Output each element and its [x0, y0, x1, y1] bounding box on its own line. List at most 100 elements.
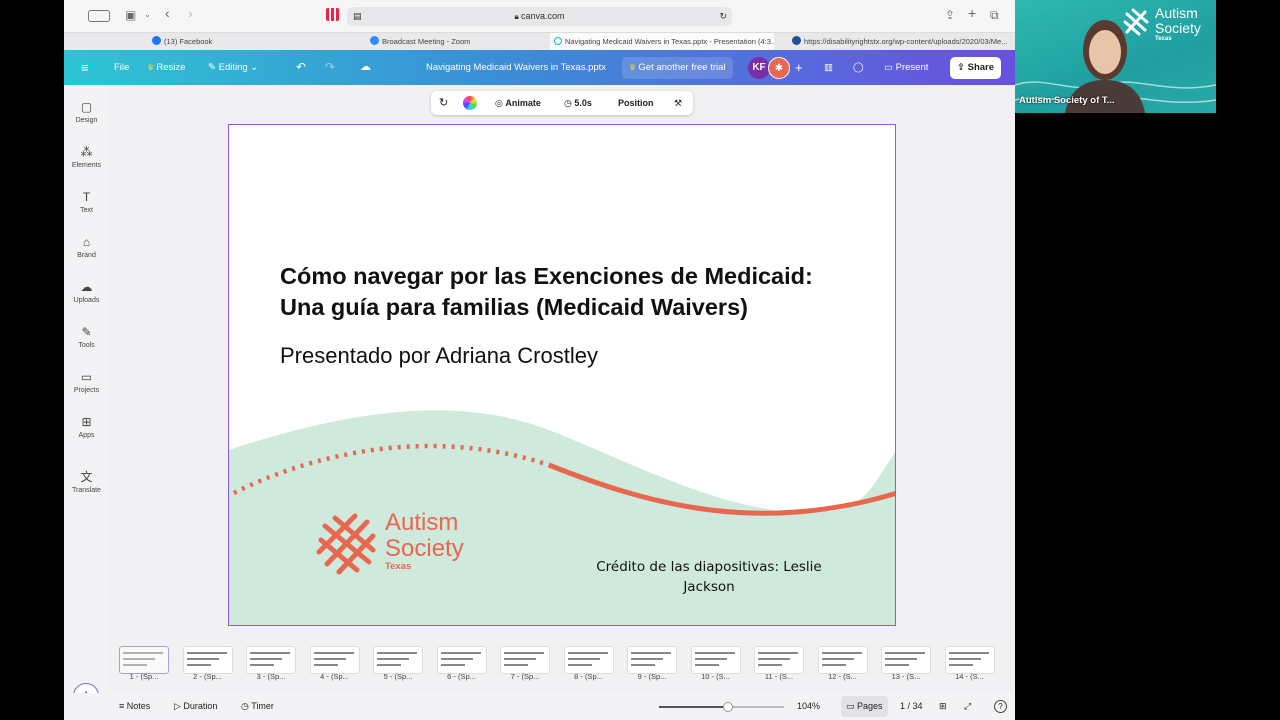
uploads-icon: ☁︎ [80, 280, 93, 294]
slide-title[interactable]: Cómo navegar por las Exenciones de Medic… [280, 261, 890, 323]
sidebar-item-projects[interactable]: ▭ Projects [64, 369, 109, 394]
slide-credit[interactable]: Crédito de las diapositivas: Leslie Jack… [579, 557, 839, 597]
free-trial-button[interactable]: ♛ Get another free trial [622, 57, 733, 79]
file-menu[interactable]: File [114, 50, 129, 85]
paint-format-icon[interactable]: ⚒ [674, 91, 682, 115]
add-collaborator-icon[interactable]: + [795, 50, 803, 85]
thumb-text-line [504, 652, 544, 654]
fullscreen-icon[interactable]: ⤢ [964, 693, 971, 720]
sidebar-item-translate[interactable]: 文 Translate [64, 469, 109, 494]
tab-canva[interactable]: Navigating Medicaid Waivers in Texas.ppt… [550, 33, 774, 51]
credit-line: Crédito de las diapositivas: Leslie [596, 559, 822, 575]
slide-title-line: Cómo navegar por las Exenciones de Medic… [280, 263, 813, 289]
sidebar-item-label: Text [80, 207, 93, 214]
zoom-slider[interactable] [659, 702, 784, 712]
filmstrip-thumb[interactable] [817, 646, 868, 674]
filmstrip-thumb[interactable] [881, 646, 931, 674]
design-icon: ▢ [80, 100, 93, 114]
text-icon: T [82, 190, 91, 204]
sidebar-toggle-icon[interactable]: ▣ [125, 8, 136, 22]
filmstrip-thumb[interactable] [627, 646, 677, 674]
thumb-text-line [694, 652, 735, 654]
sidebar-item-brand[interactable]: ⌂ Brand [64, 234, 109, 259]
thumb-text-line [313, 652, 354, 654]
filmstrip-thumb[interactable] [690, 646, 741, 674]
cloud-sync-icon[interactable]: ☁︎ [360, 50, 371, 85]
undo-icon[interactable]: ↶ [296, 50, 306, 85]
reload-icon[interactable]: ↻ [719, 7, 727, 26]
tab-zoom[interactable]: Broadcast Meeting - Zoom [366, 33, 546, 51]
filmstrip-thumb[interactable] [309, 646, 360, 674]
filmstrip-thumb[interactable] [373, 646, 423, 674]
animate-label: Animate [505, 98, 541, 108]
sidebar-item-uploads[interactable]: ☁︎ Uploads [64, 279, 109, 304]
color-picker-icon[interactable] [463, 96, 477, 110]
share-sheet-icon[interactable]: ⇪ [945, 8, 955, 22]
back-icon[interactable]: ‹ [165, 5, 170, 21]
page-settings-icon[interactable]: ▤ [353, 7, 362, 26]
thumb-text-line [250, 652, 290, 654]
credit-line: Jackson [683, 579, 735, 595]
filmstrip-thumb[interactable] [246, 646, 296, 674]
sidebar-item-apps[interactable]: ⊞ Apps [64, 414, 109, 439]
filmstrip-thumb[interactable] [754, 646, 804, 674]
filmstrip-thumb[interactable] [944, 646, 995, 674]
editing-mode-button[interactable]: ✎ Editing ⌄ [208, 50, 258, 85]
slide-canvas[interactable]: Cómo navegar por las Exenciones de Medic… [228, 124, 896, 626]
team-avatar-icon[interactable]: ✱ [768, 57, 790, 79]
filmstrip-thumb-label: 7 - (Sp... [510, 672, 540, 681]
replace-icon[interactable]: ↻ [439, 91, 448, 115]
address-bar[interactable]: 🔒︎ canva.com ↻ ▤ [347, 7, 732, 26]
filmstrip-thumb[interactable] [119, 646, 169, 674]
menu-icon[interactable]: ≡ [81, 50, 89, 85]
share-button[interactable]: ⇪ Share [950, 57, 1002, 79]
grid-view-icon[interactable]: ⊞ [939, 693, 947, 720]
thumb-text-line [440, 652, 481, 654]
tab-overview-icon[interactable]: ⧉ [990, 8, 999, 23]
slide-subtitle[interactable]: Presentado por Adriana Crostley [280, 343, 598, 369]
zoom-level[interactable]: 104% [797, 693, 820, 720]
duration-label: 5.0s [574, 98, 592, 108]
tab-disability-rights[interactable]: https://disabilityrightstx.org/wp-conten… [788, 33, 1015, 51]
video-logo-line: Texas [1155, 36, 1172, 42]
sidebar-dropdown-icon[interactable]: ⌄ [144, 10, 151, 19]
position-button[interactable]: Position [618, 91, 654, 115]
document-title[interactable]: Navigating Medicaid Waivers in Texas.ppt… [426, 50, 606, 85]
pages-button[interactable]: ▭ Pages [841, 696, 888, 717]
filmstrip-thumb[interactable] [500, 646, 550, 674]
present-label: Present [895, 62, 929, 73]
logo-line: Autism [385, 509, 459, 536]
comment-icon[interactable]: ◯ [853, 50, 864, 85]
tab-facebook[interactable]: (13) Facebook [148, 33, 298, 51]
filmstrip-thumb[interactable] [182, 646, 233, 674]
redo-icon[interactable]: ↷ [325, 50, 335, 85]
sidebar-item-tools[interactable]: ✎ Tools [64, 324, 109, 349]
help-icon[interactable]: ? [994, 700, 1007, 713]
resize-button[interactable]: ♛ Resize [147, 50, 185, 85]
filmstrip-thumb[interactable] [436, 646, 487, 674]
timer-button[interactable]: ◷ Timer [241, 693, 274, 720]
new-tab-icon[interactable]: + [968, 5, 976, 21]
pencil-icon: ✎ [208, 62, 219, 73]
chevron-down-icon: ⌄ [247, 62, 259, 73]
sidebar-item-text[interactable]: T Text [64, 189, 109, 214]
avatar[interactable]: KF [748, 57, 770, 79]
sidebar-item-elements[interactable]: ⁂ Elements [64, 144, 109, 169]
notes-button[interactable]: ≡ Notes [119, 693, 150, 720]
insights-icon[interactable]: ▥ [824, 50, 833, 85]
video-logo-text: Autism Society Texas [1155, 6, 1201, 43]
facebook-icon [152, 36, 161, 45]
duration-button[interactable]: ◷ 5.0s [564, 91, 592, 115]
present-button[interactable]: ▭ Present [877, 57, 935, 79]
thumb-text-line [377, 652, 417, 654]
duration-toggle-button[interactable]: ▷ Duration [174, 693, 217, 720]
filmstrip-thumb[interactable] [563, 646, 614, 674]
zoom-slider-handle[interactable] [722, 702, 733, 712]
sidebar-item-design[interactable]: ▢ Design [64, 99, 109, 124]
share-label: Share [967, 62, 995, 73]
extensions-icon[interactable] [326, 8, 339, 21]
thumb-text-line [694, 664, 719, 666]
forward-icon[interactable]: › [188, 5, 193, 21]
window-toggle-icon[interactable] [88, 10, 110, 22]
animate-button[interactable]: ◎ Animate [495, 91, 541, 115]
